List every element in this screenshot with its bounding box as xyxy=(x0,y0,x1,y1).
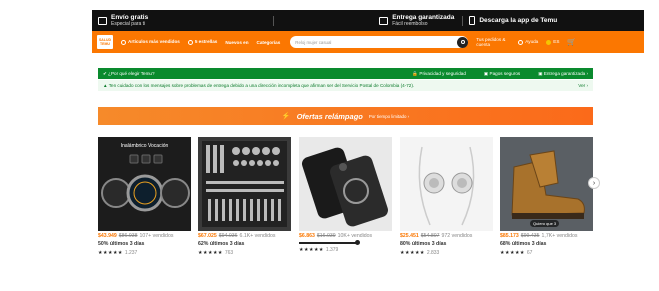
sales-note: 68% últimos 3 días xyxy=(500,241,547,247)
notice-view-link[interactable]: Ver › xyxy=(578,83,588,88)
product-price: $6.863 $16.039 10K+ vendidos xyxy=(299,233,373,239)
privacy-item[interactable]: 🔒 Privacidad y seguridad xyxy=(412,71,465,77)
orders-account-link[interactable]: Tus pedidos & cuenta xyxy=(476,37,510,47)
help-link[interactable]: Ayuda xyxy=(518,39,538,45)
watch-graphic xyxy=(101,154,190,212)
rating-stars: ★★★★★ 2.833 xyxy=(400,250,440,256)
product-price: $67.025 $94.036 6.1K+ vendidos xyxy=(198,233,276,239)
smartwatch-image: Inalámbrico Vocación xyxy=(98,137,191,231)
sales-note: 80% últimos 3 días xyxy=(400,241,447,247)
sales-note: 50% últimos 3 días xyxy=(98,241,145,247)
delivery-truck-icon xyxy=(379,16,389,25)
star-icon xyxy=(187,39,193,45)
tool-set-graphic xyxy=(202,141,287,227)
nav-categories[interactable]: Categorías xyxy=(257,40,281,45)
carousel-next-button[interactable]: › xyxy=(588,177,600,189)
nav-new-arrivals[interactable]: Nuevos en xyxy=(225,40,248,45)
product-price: $43.949 $86.938 107+ vendidos xyxy=(98,233,174,239)
earphones-image xyxy=(400,137,493,231)
guaranteed-delivery-item[interactable]: ▣ Entrega garantizada › xyxy=(538,71,588,77)
flash-deals-banner[interactable]: ⚡ Ofertas relámpago Por tiempo limitado … xyxy=(98,107,593,125)
rating-stars: ★★★★★ 763 xyxy=(198,250,234,256)
download-app-link[interactable]: Descarga la app de Temu xyxy=(463,16,644,25)
boots-graphic xyxy=(511,150,585,219)
temu-logo[interactable]: SALUD TEMU xyxy=(97,35,113,49)
lightning-icon: ⚡ xyxy=(281,113,291,120)
main-nav: SALUD TEMU Artículos más vendidos 5 estr… xyxy=(92,31,644,53)
earphones-graphic xyxy=(418,146,475,226)
why-temu-label: ✔ ¿Por qué elegir Temu? xyxy=(103,70,155,76)
product-price: $85.173 $99.435 1,7K+ vendidos xyxy=(500,233,578,239)
phone-icon xyxy=(469,16,476,25)
phone-case-graphic xyxy=(302,147,388,227)
chevron-right-icon: › xyxy=(592,179,596,187)
truck-icon xyxy=(98,16,107,25)
product-card[interactable]: Inalámbrico Vocación $43.949 $86.938 107+ … xyxy=(98,137,191,256)
product-card[interactable]: $25.451 $54.807 972 vendidos 80% últimos 3… xyxy=(400,137,493,256)
rating-stars: ★★★★★ 67 xyxy=(500,250,533,256)
product-card[interactable]: $6.863 $16.039 10K+ vendidos ★★★★★ 1.379 xyxy=(299,137,392,253)
why-temu-bar[interactable]: ✔ ¿Por qué elegir Temu? 🔒 Privacidad y s… xyxy=(98,68,593,79)
product-carousel: Inalámbrico Vocación $43.949 $86.938 107+ … xyxy=(98,137,593,267)
delivery-guarantee-promo[interactable]: Entrega garantizada Fácil reembolso xyxy=(274,14,463,27)
stock-tag: Quiero que 3 xyxy=(530,220,560,227)
nav-five-stars[interactable]: 5 estrellas xyxy=(187,39,217,45)
flash-deals-subtitle: Por tiempo limitado › xyxy=(368,113,410,119)
nav-best-sellers[interactable]: Artículos más vendidos xyxy=(121,39,180,45)
scam-warning-notice: ▲ Ten cuidado con los mensajes sobre pro… xyxy=(98,80,593,91)
flash-deals-title: Ofertas relámpago xyxy=(296,111,363,121)
colombia-flag-icon xyxy=(546,39,552,45)
cart-icon[interactable]: 🛒 xyxy=(567,38,576,46)
tool-set-image xyxy=(198,137,291,231)
help-icon xyxy=(518,39,524,45)
thumbs-up-icon xyxy=(121,39,126,45)
product-card[interactable]: Quiero que 3 $85.173 $99.435 1,7K+ vendido… xyxy=(500,137,593,256)
language-selector[interactable]: ES xyxy=(546,39,559,45)
free-shipping-promo[interactable]: Envío gratis Especial para ti xyxy=(92,14,273,27)
stock-progress-bar xyxy=(299,240,360,245)
secure-payments-item[interactable]: ▣ Pagos seguros xyxy=(484,71,520,77)
promo-bar: Envío gratis Especial para ti Entrega gar… xyxy=(92,10,644,31)
sales-note: 62% últimos 3 días xyxy=(198,241,245,247)
search-input[interactable]: Reloj mujer casual xyxy=(290,36,469,48)
product-price: $25.451 $54.807 972 vendidos xyxy=(400,233,473,239)
rating-stars: ★★★★★ 1.379 xyxy=(299,247,339,253)
phone-case-image xyxy=(299,137,392,231)
rating-stars: ★★★★★ 1.237 xyxy=(98,250,138,256)
boots-image: Quiero que 3 xyxy=(500,137,593,231)
search-button[interactable] xyxy=(457,36,469,48)
search-icon xyxy=(460,40,465,44)
notice-text: ▲ Ten cuidado con los mensajes sobre pro… xyxy=(103,83,415,88)
product-card[interactable]: $67.025 $94.036 6.1K+ vendidos 62% últimos… xyxy=(198,137,291,256)
